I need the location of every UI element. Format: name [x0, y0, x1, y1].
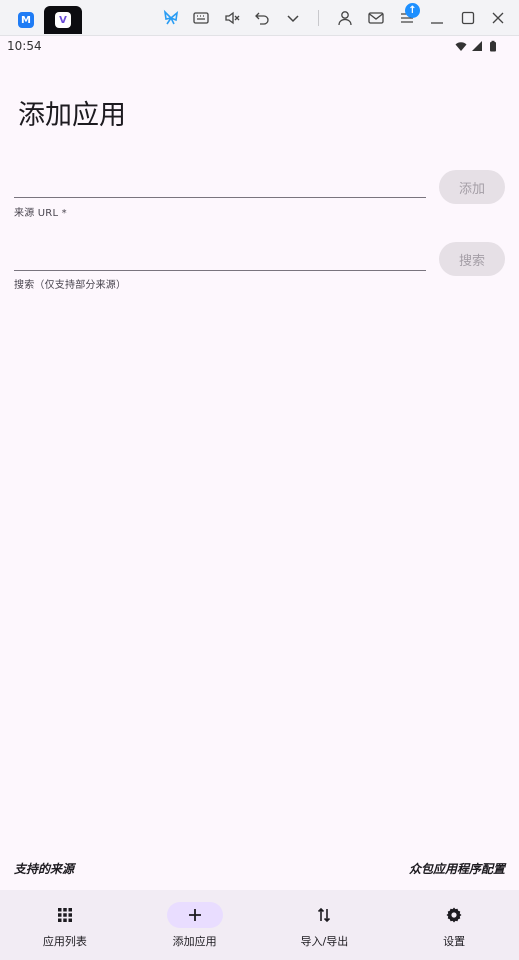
grid-icon: [57, 908, 72, 922]
status-time: 10:54: [7, 39, 42, 53]
system-icons: [455, 40, 499, 52]
nav-item-import-export[interactable]: 导入/导出: [260, 890, 390, 960]
bottom-navigation: 应用列表 添加应用 导入/导出 设置: [0, 890, 519, 960]
nav-item-add-app[interactable]: 添加应用: [130, 890, 260, 960]
search-field[interactable]: [14, 243, 426, 271]
update-badge-icon[interactable]: ↑: [405, 3, 420, 18]
status-bar: 10:54: [0, 36, 519, 56]
search-button[interactable]: 搜索: [439, 242, 505, 276]
wifi-icon: [455, 42, 467, 51]
keyboard-icon[interactable]: [190, 7, 212, 29]
emulator-tab-1[interactable]: M: [8, 6, 44, 34]
search-input[interactable]: [14, 243, 426, 270]
nav-label: 添加应用: [172, 935, 217, 948]
plus-icon: [188, 909, 201, 921]
nav-label: 导入/导出: [300, 935, 349, 948]
search-label: 搜索（仅支持部分来源）: [14, 280, 127, 291]
nav-indicator: [37, 902, 93, 928]
page-title: 添加应用: [18, 100, 126, 131]
nav-item-app-list[interactable]: 应用列表: [0, 890, 130, 960]
close-icon[interactable]: [487, 7, 509, 29]
crowdsourced-config-link[interactable]: 众包应用程序配置: [409, 860, 505, 877]
app-m-icon: M: [18, 12, 34, 28]
emulator-tab-2[interactable]: V: [44, 6, 82, 34]
nav-indicator: [296, 902, 352, 928]
butterfly-icon[interactable]: [160, 7, 182, 29]
mail-icon[interactable]: [365, 7, 387, 29]
chevron-down-icon[interactable]: [282, 7, 304, 29]
app-v-icon: V: [55, 12, 71, 28]
nav-label: 设置: [443, 935, 466, 948]
toolbar-divider: [318, 10, 319, 26]
signal-icon: [472, 41, 482, 51]
undo-icon[interactable]: [251, 7, 273, 29]
source-url-label: 来源 URL *: [14, 208, 67, 219]
nav-label: 应用列表: [42, 935, 87, 948]
volume-mute-icon[interactable]: [221, 7, 243, 29]
source-url-input[interactable]: [14, 170, 426, 197]
supported-sources-link[interactable]: 支持的来源: [14, 860, 74, 877]
gear-icon: [446, 907, 462, 923]
minimize-icon[interactable]: [426, 7, 448, 29]
maximize-icon[interactable]: [457, 7, 479, 29]
emulator-toolbar: M V ↑: [0, 0, 519, 36]
nav-item-settings[interactable]: 设置: [389, 890, 519, 960]
user-icon[interactable]: [334, 7, 356, 29]
battery-icon: [490, 40, 496, 52]
source-url-field[interactable]: [14, 170, 426, 198]
nav-indicator: [426, 902, 482, 928]
add-button[interactable]: 添加: [439, 170, 505, 204]
nav-indicator-active: [166, 902, 223, 928]
import-export-icon: [318, 907, 331, 923]
